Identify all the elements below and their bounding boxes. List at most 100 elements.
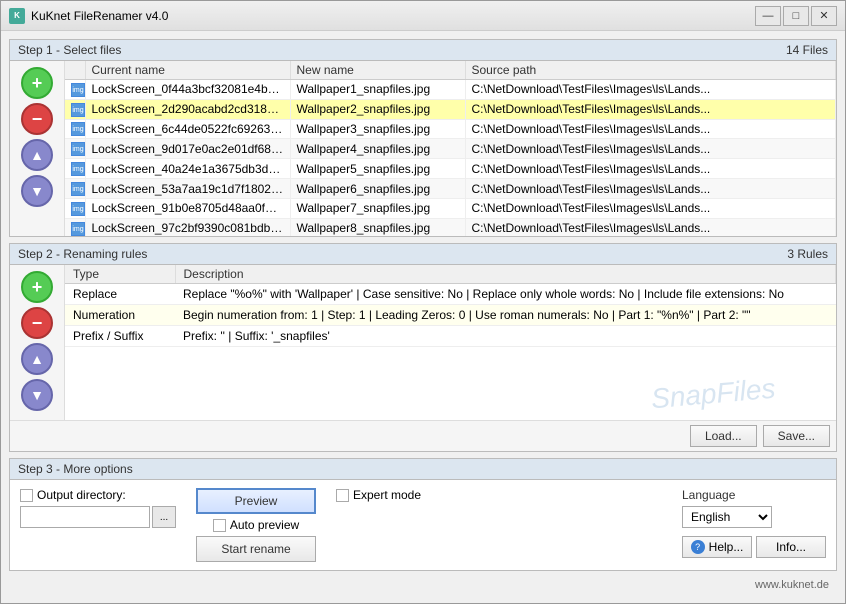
rule-row[interactable]: Replace Replace "%o%" with 'Wallpaper' |… (65, 284, 836, 305)
auto-preview-row: Auto preview (213, 518, 299, 532)
file-icon-cell: img (65, 218, 85, 236)
table-row[interactable]: img LockScreen_2d290acabd2cd3184d5a6a31.… (65, 99, 836, 119)
output-dir-checkbox[interactable] (20, 489, 33, 502)
file-icon-cell: img (65, 139, 85, 159)
title-bar: K KuKnet FileRenamer v4.0 ― □ ✕ (1, 1, 845, 31)
current-name-cell: LockScreen_40a24e1a3675db3d5464e628... (85, 159, 290, 179)
col-new-header[interactable]: New name (290, 61, 465, 80)
info-button[interactable]: Info... (756, 536, 826, 558)
file-table: Current name New name Source path img Lo… (65, 61, 836, 236)
move-rule-down-button[interactable]: ▼ (21, 379, 53, 411)
file-icon: img (71, 182, 85, 196)
new-name-cell: Wallpaper1_snapfiles.jpg (290, 80, 465, 100)
table-row[interactable]: img LockScreen_91b0e8705d48aa0f4e544c08.… (65, 198, 836, 218)
file-icon: img (71, 222, 85, 236)
move-rule-up-button[interactable]: ▲ (21, 343, 53, 375)
file-icon-cell: img (65, 179, 85, 199)
current-name-cell: LockScreen_0f44a3bcf32081e4b113260045... (85, 80, 290, 100)
current-name-cell: LockScreen_2d290acabd2cd3184d5a6a31... (85, 99, 290, 119)
output-dir-input-row: ... (20, 506, 176, 528)
file-icon: img (71, 142, 85, 156)
file-icon: img (71, 122, 85, 136)
file-icon-cell: img (65, 99, 85, 119)
step2-controls: + − ▲ ▼ (10, 265, 65, 420)
expert-mode-checkbox[interactable] (336, 489, 349, 502)
table-row[interactable]: img LockScreen_97c2bf9390c081bdbfbce267.… (65, 218, 836, 236)
file-icon: img (71, 162, 85, 176)
col-source-header[interactable]: Source path (465, 61, 836, 80)
step2-section: Step 2 - Renaming rules 3 Rules + − ▲ ▼ (9, 243, 837, 452)
browse-button[interactable]: ... (152, 506, 176, 528)
language-group: Language English German French Spanish ?… (682, 488, 826, 558)
output-dir-group: Output directory: ... (20, 488, 176, 528)
step1-header: Step 1 - Select files 14 Files (10, 40, 836, 61)
source-path-cell: C:\NetDownload\TestFiles\Images\ls\Lands… (465, 80, 836, 100)
step2-header: Step 2 - Renaming rules 3 Rules (10, 244, 836, 265)
rule-type-cell: Replace (65, 284, 175, 305)
preview-group: Preview Auto preview Start rename (196, 488, 316, 562)
new-name-cell: Wallpaper8_snapfiles.jpg (290, 218, 465, 236)
language-label: Language (682, 488, 826, 502)
file-count: 14 Files (786, 43, 828, 57)
minimize-button[interactable]: ― (755, 6, 781, 26)
save-button[interactable]: Save... (763, 425, 830, 447)
step1-label: Step 1 - Select files (18, 43, 121, 57)
remove-rule-button[interactable]: − (21, 307, 53, 339)
language-select[interactable]: English German French Spanish (682, 506, 772, 528)
rule-row[interactable]: Prefix / Suffix Prefix: '' | Suffix: '_s… (65, 326, 836, 347)
footer-url: www.kuknet.de (9, 577, 837, 593)
rule-count: 3 Rules (787, 247, 828, 261)
window-title: KuKnet FileRenamer v4.0 (31, 9, 755, 23)
current-name-cell: LockScreen_97c2bf9390c081bdbfbce267... (85, 218, 290, 236)
step3-label: Step 3 - More options (18, 462, 133, 476)
expert-mode-row: Expert mode (336, 488, 421, 502)
load-button[interactable]: Load... (690, 425, 757, 447)
new-name-cell: Wallpaper3_snapfiles.jpg (290, 119, 465, 139)
source-path-cell: C:\NetDownload\TestFiles\Images\ls\Lands… (465, 179, 836, 199)
rules-table: Type Description Replace Replace "%o%" w… (65, 265, 836, 347)
current-name-cell: LockScreen_9d017e0ac2e01df683e20fbe... (85, 139, 290, 159)
help-button[interactable]: ? Help... (682, 536, 752, 558)
table-row[interactable]: img LockScreen_9d017e0ac2e01df683e20fbe.… (65, 139, 836, 159)
new-name-cell: Wallpaper2_snapfiles.jpg (290, 99, 465, 119)
main-window: K KuKnet FileRenamer v4.0 ― □ ✕ Step 1 -… (0, 0, 846, 604)
remove-file-button[interactable]: − (21, 103, 53, 135)
preview-button[interactable]: Preview (196, 488, 316, 514)
output-dir-label-row: Output directory: (20, 488, 176, 502)
maximize-button[interactable]: □ (783, 6, 809, 26)
step1-body: + − ▲ ▼ (10, 61, 836, 236)
close-button[interactable]: ✕ (811, 6, 837, 26)
move-up-button[interactable]: ▲ (21, 139, 53, 171)
file-icon-cell: img (65, 119, 85, 139)
col-current-header[interactable]: Current name (85, 61, 290, 80)
file-icon: img (71, 103, 85, 117)
window-controls: ― □ ✕ (755, 6, 837, 26)
add-file-button[interactable]: + (21, 67, 53, 99)
table-row[interactable]: img LockScreen_53a7aa19c1d7f18028d5596c.… (65, 179, 836, 199)
auto-preview-checkbox[interactable] (213, 519, 226, 532)
rule-desc-cell: Begin numeration from: 1 | Step: 1 | Lea… (175, 305, 836, 326)
col-desc-header[interactable]: Description (175, 265, 836, 284)
rule-type-cell: Numeration (65, 305, 175, 326)
source-path-cell: C:\NetDownload\TestFiles\Images\ls\Lands… (465, 139, 836, 159)
step3-body: Output directory: ... Preview Auto previ… (10, 480, 836, 570)
start-rename-button[interactable]: Start rename (196, 536, 316, 562)
source-path-cell: C:\NetDownload\TestFiles\Images\ls\Lands… (465, 99, 836, 119)
add-rule-button[interactable]: + (21, 271, 53, 303)
expert-group: Expert mode (336, 488, 421, 502)
output-dir-input[interactable] (20, 506, 150, 528)
file-icon: img (71, 202, 85, 216)
table-row[interactable]: img LockScreen_6c44de0522fc692639694938.… (65, 119, 836, 139)
step2-label: Step 2 - Renaming rules (18, 247, 147, 261)
output-dir-label: Output directory: (37, 488, 126, 502)
step3-section: Step 3 - More options Output directory: … (9, 458, 837, 571)
col-type-header[interactable]: Type (65, 265, 175, 284)
move-down-button[interactable]: ▼ (21, 175, 53, 207)
table-row[interactable]: img LockScreen_40a24e1a3675db3d5464e628.… (65, 159, 836, 179)
rule-row[interactable]: Numeration Begin numeration from: 1 | St… (65, 305, 836, 326)
table-row[interactable]: img LockScreen_0f44a3bcf32081e4b11326004… (65, 80, 836, 100)
auto-preview-label: Auto preview (230, 518, 299, 532)
file-icon-cell: img (65, 198, 85, 218)
source-path-cell: C:\NetDownload\TestFiles\Images\ls\Lands… (465, 218, 836, 236)
file-icon: img (71, 83, 85, 97)
